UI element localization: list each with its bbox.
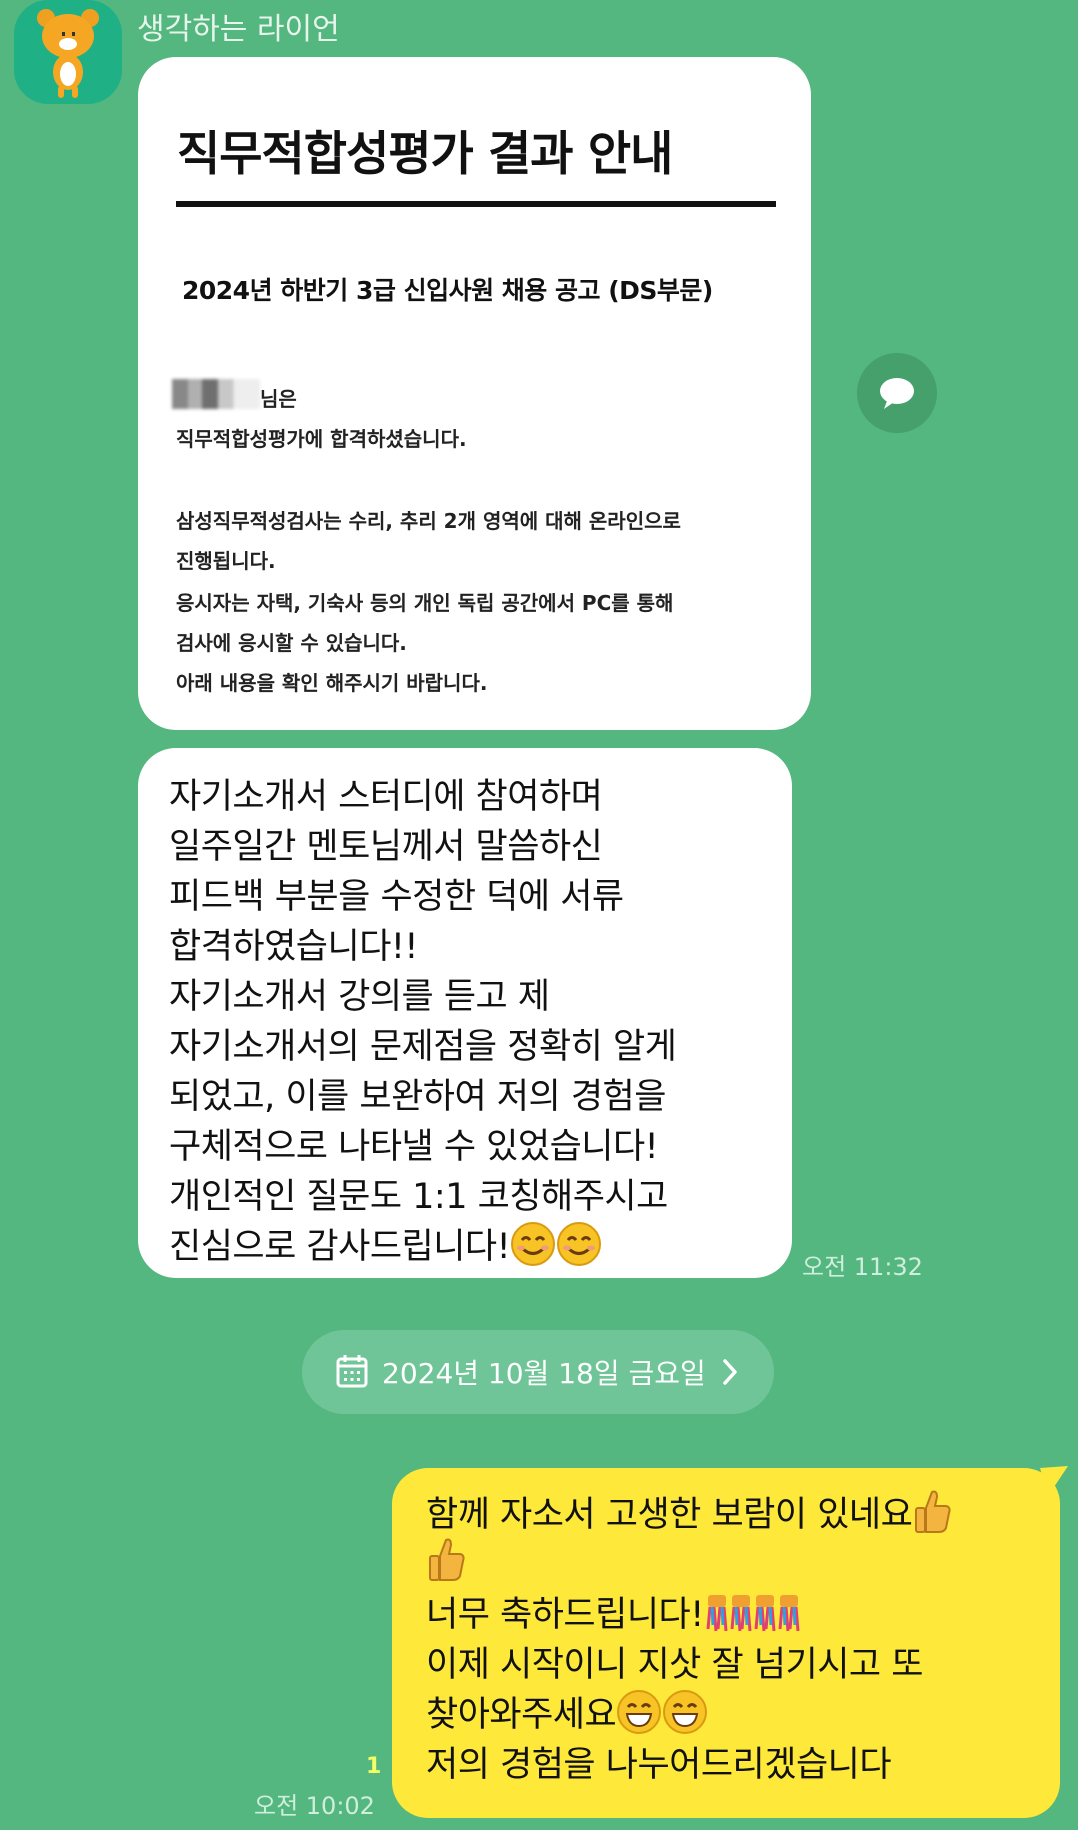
message-time: 오전 11:32: [802, 1253, 923, 1281]
notice-line: 검사에 응시할 수 있습니다.: [176, 631, 407, 655]
share-bubble-button[interactable]: [857, 353, 937, 433]
smiling-emoji-icon: [510, 1221, 556, 1276]
message-bubble-received[interactable]: 자기소개서 스터디에 참여하며 일주일간 멘토님께서 말씀하신 피드백 부분을 …: [138, 748, 792, 1278]
avatar[interactable]: [14, 0, 122, 104]
calendar-icon: [336, 1355, 368, 1388]
notice-subtitle: 2024년 하반기 3급 신입사원 채용 공고 (DS부문): [182, 276, 713, 305]
notice-line: 응시자는 자택, 기숙사 등의 개인 독립 공간에서 PC를 통해: [176, 591, 674, 615]
lion-character-icon: [37, 9, 99, 98]
message-line: 찾아와주세요: [426, 1695, 617, 1735]
message-first-line: 함께 자소서 고생한 보람이 있네요: [426, 1486, 952, 1545]
message-line: 너무 축하드립니다!: [426, 1595, 704, 1635]
message-bubble-sent[interactable]: 함께 자소서 고생한 보람이 있네요 너무 축하드립니다! 이제 시작이니 지삿…: [392, 1468, 1060, 1818]
message-line: 이제 시작이니 지삿 잘 넘기시고 또: [426, 1645, 923, 1685]
chevron-right-icon: [723, 1359, 737, 1385]
message-time: 오전 10:02: [254, 1792, 375, 1820]
notice-line: 직무적합성평가에 합격하셨습니다.: [176, 427, 467, 451]
speech-bubble-icon: [880, 378, 914, 409]
thumbs-up-emoji-icon: [426, 1536, 466, 1593]
sender-name: 생각하는 라이언: [137, 12, 340, 47]
notice-line: 아래 내용을 확인 해주시기 바랍니다.: [176, 671, 488, 695]
message-line: 함께 자소서 고생한 보람이 있네요: [426, 1495, 913, 1535]
message-line: 피드백 부분을 수정한 덕에 서류: [169, 877, 624, 917]
thumbs-up-emoji-icon: [912, 1488, 952, 1545]
smiling-emoji-icon: [556, 1221, 602, 1276]
message-line: 자기소개서 스터디에 참여하며: [169, 777, 603, 817]
message-line-with-emoji: 찾아와주세요: [426, 1686, 708, 1744]
message-line: 구체적으로 나타낼 수 있었습니다!: [169, 1127, 659, 1167]
date-divider[interactable]: 2024년 10월 18일 금요일: [302, 1330, 774, 1414]
notice-image-card[interactable]: 직무적합성평가 결과 안내 2024년 하반기 3급 신입사원 채용 공고 (D…: [138, 57, 811, 730]
notice-line: 삼성직무적성검사는 수리, 추리 2개 영역에 대해 온라인으로: [176, 509, 681, 533]
notice-title: 직무적합성평가 결과 안내: [177, 127, 673, 182]
message-line: 합격하였습니다!!: [169, 927, 418, 967]
message-line: 개인적인 질문도 1:1 코칭해주시고: [169, 1177, 668, 1217]
message-line-with-emoji: 너무 축하드립니다!: [426, 1586, 800, 1644]
notice-line: 진행됩니다.: [176, 549, 276, 573]
message-last-line: 진심으로 감사드립니다!: [169, 1218, 602, 1276]
message-line: 자기소개서 강의를 듣고 제: [169, 977, 550, 1017]
message-line-emoji: [426, 1536, 466, 1593]
notice-name-suffix: 님은: [260, 387, 297, 411]
blurred-name: [172, 379, 260, 409]
message-line: 저의 경험을 나누어드리겠습니다: [426, 1745, 892, 1785]
message-line: 일주일간 멘토님께서 말씀하신: [169, 827, 603, 867]
message-line: 되었고, 이를 보완하여 저의 경험을: [169, 1077, 666, 1117]
message-line: 자기소개서의 문제점을 정확히 알게: [169, 1027, 677, 1067]
message-line: 진심으로 감사드립니다!: [169, 1227, 511, 1267]
date-divider-label: 2024년 10월 18일 금요일: [382, 1357, 706, 1390]
unread-count: 1: [366, 1754, 382, 1779]
divider: [176, 201, 776, 207]
